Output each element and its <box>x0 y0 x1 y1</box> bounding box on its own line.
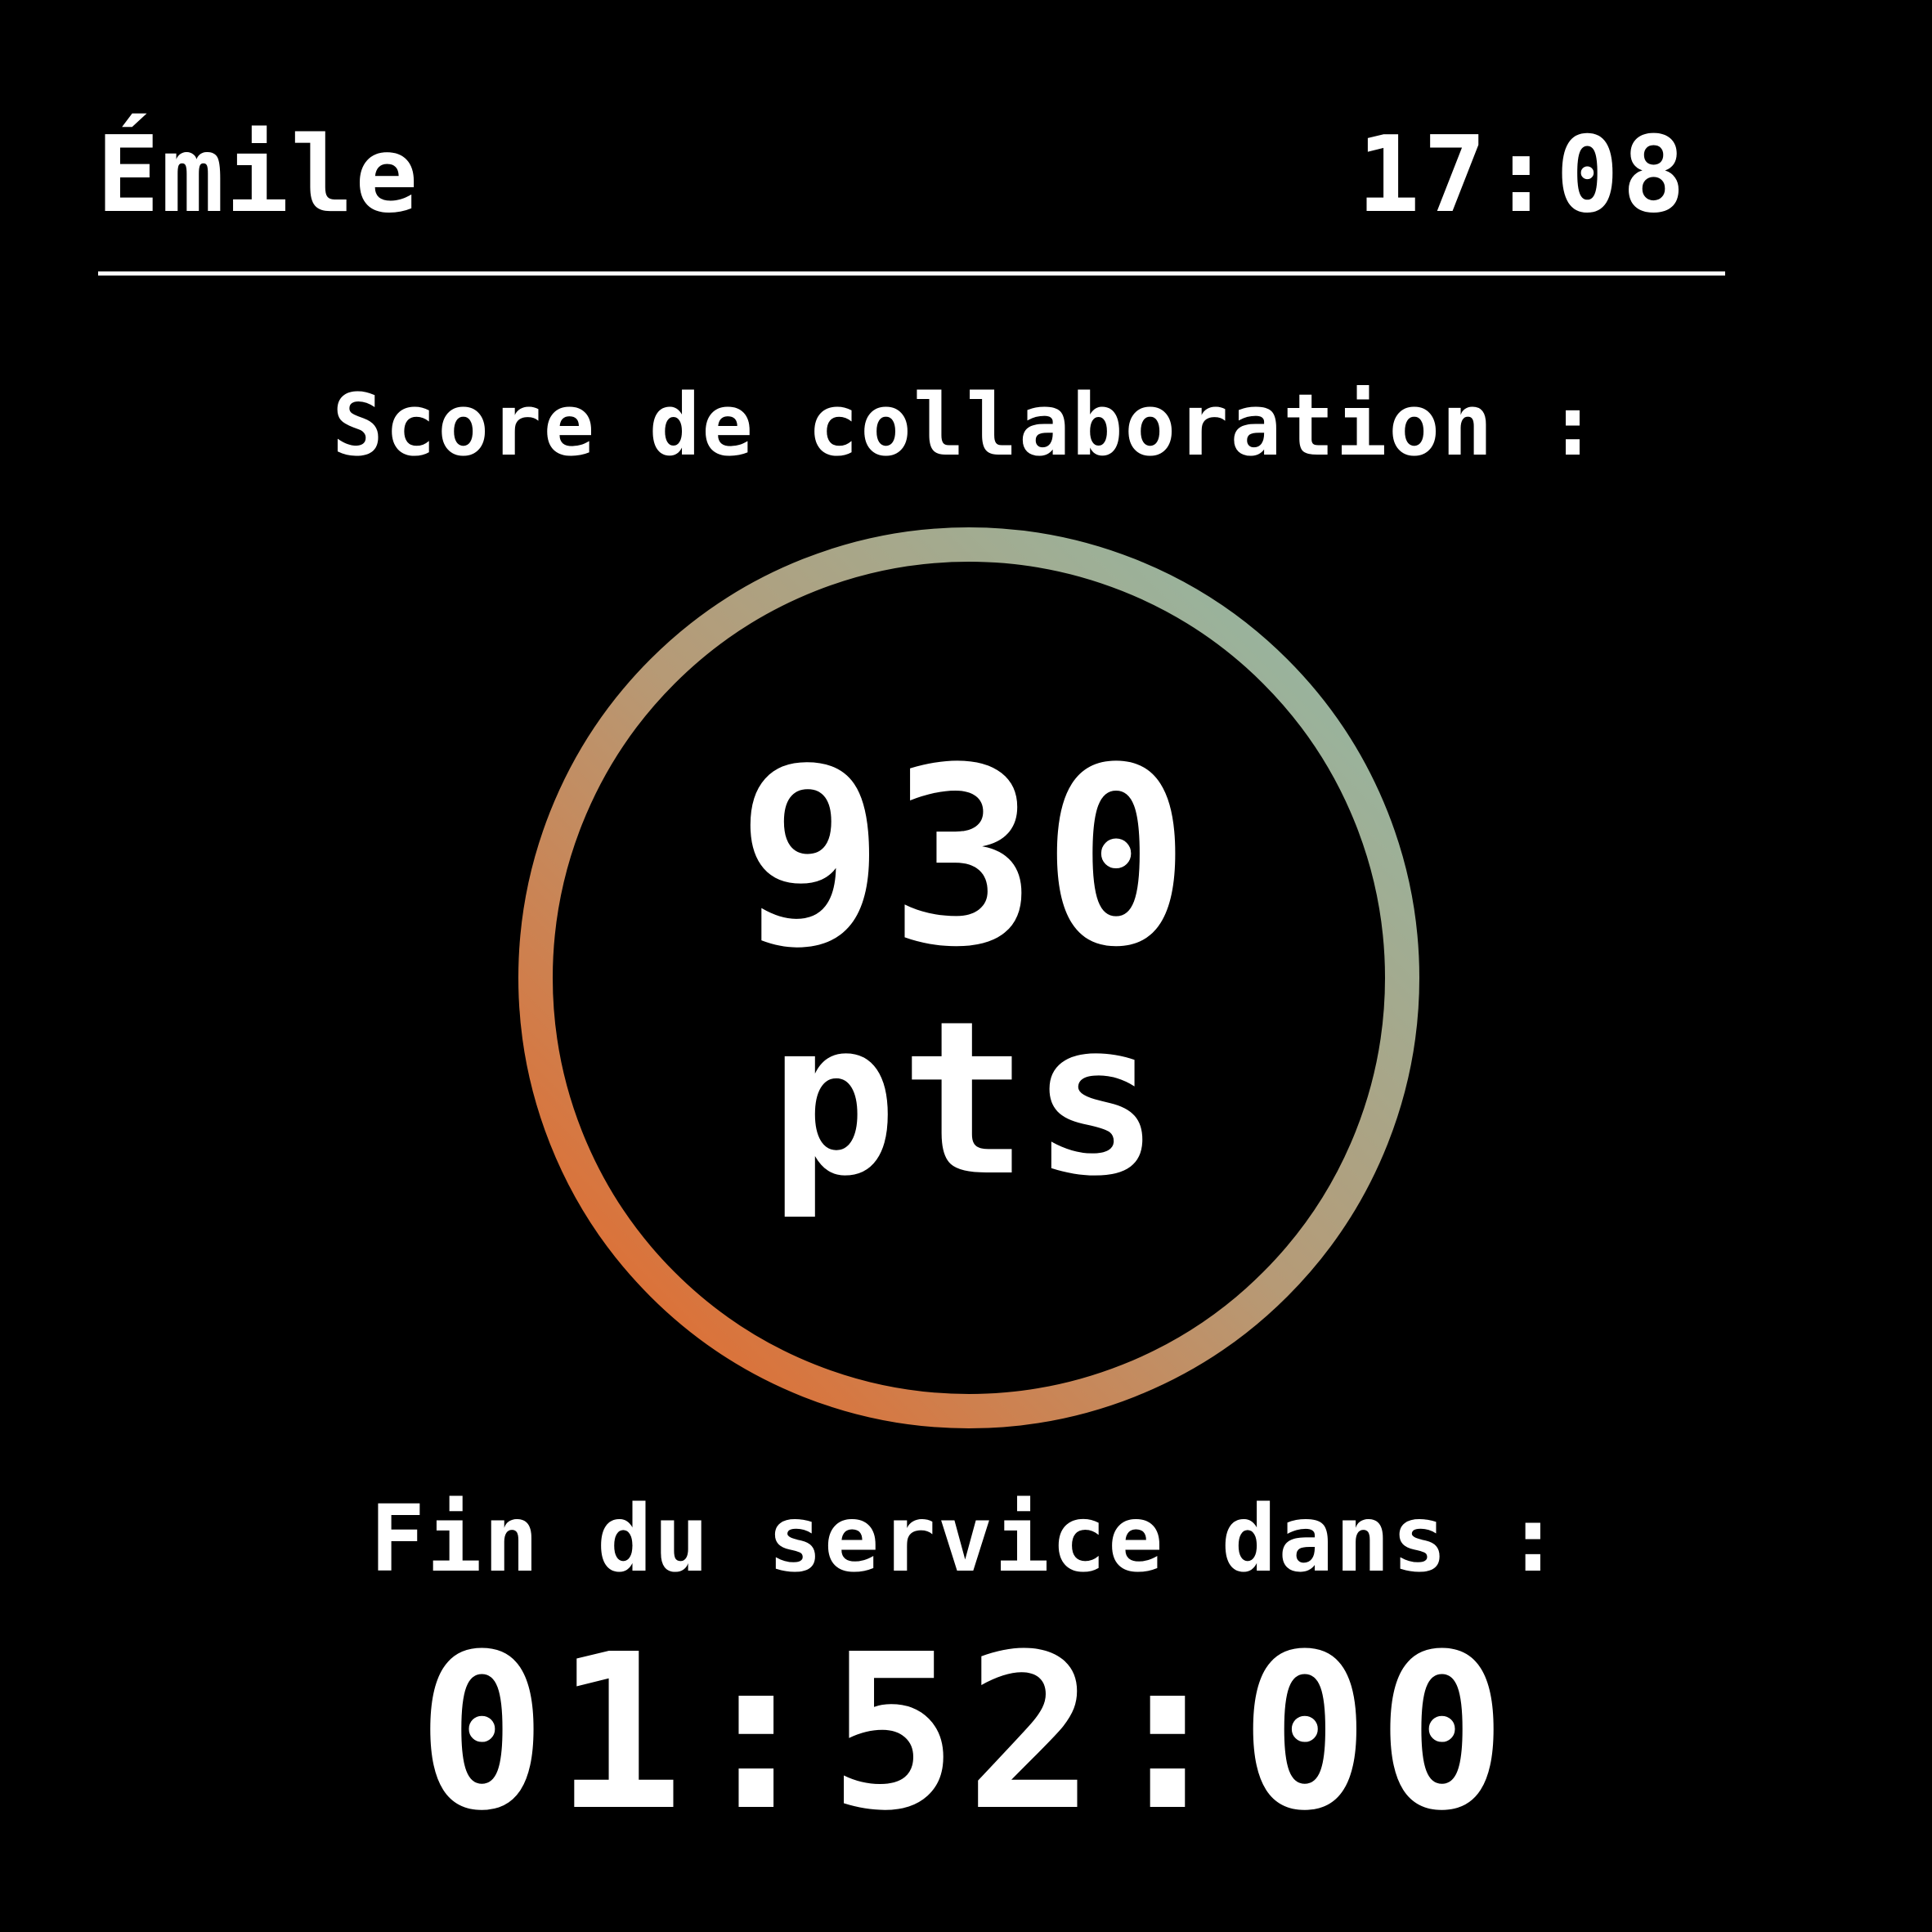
service-countdown: 01:52:00 <box>417 1608 1515 1858</box>
score-unit: pts <box>769 976 1163 1223</box>
score-value: 930 <box>737 715 1195 1001</box>
service-end-label: Fin du service dans : <box>370 1486 1562 1593</box>
